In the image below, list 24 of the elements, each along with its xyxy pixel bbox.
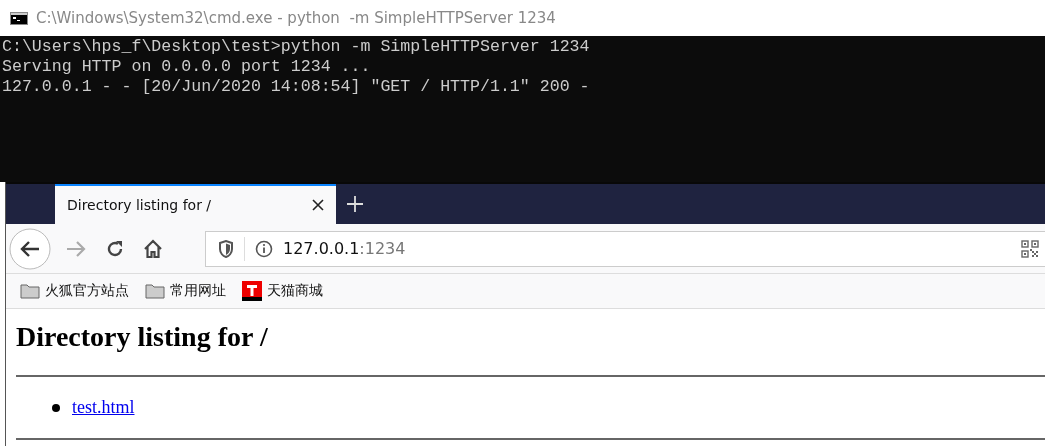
url-host: 127.0.0.1 — [283, 239, 360, 258]
back-icon[interactable] — [9, 227, 51, 270]
bookmark[interactable]: 常用网址 — [145, 282, 226, 300]
page-heading: Directory listing for / — [16, 321, 269, 353]
folder-icon — [145, 283, 165, 299]
bookmark[interactable]: 天猫商城 — [242, 281, 323, 301]
site-logo-icon — [242, 281, 262, 301]
bullet — [52, 403, 60, 412]
new-tab-icon[interactable] — [346, 195, 364, 213]
folder-icon — [20, 283, 40, 299]
console-icon — [10, 11, 28, 25]
url-port: :1234 — [359, 239, 406, 258]
file-link[interactable]: test.html — [72, 397, 135, 418]
reload-icon[interactable] — [105, 238, 125, 259]
browser-tab[interactable]: Directory listing for / — [55, 184, 336, 224]
close-icon[interactable] — [312, 199, 324, 211]
info-icon[interactable] — [255, 239, 273, 258]
address-field[interactable]: 127.0.0.1:1234 — [205, 230, 1045, 267]
home-icon[interactable] — [143, 238, 163, 259]
console-output: C:\Users\hps_f\Desktop\test>python -m SimpleHTTPServer 1234 Serving HTTP on 0.0.0.0 port 1234 ... 127.0.0.1 - - [20/Jun/2020 14:08:54] ″GET / HTTP/1.1″ 200 - — [0, 36, 1045, 182]
qr-code-icon[interactable] — [1021, 239, 1039, 258]
window-title: C:\Windows\System32\cmd.exe - python -m SimpleHTTPServer 1234 — [36, 9, 556, 27]
bookmark[interactable]: 火狐官方站点 — [20, 282, 129, 300]
shield-icon[interactable] — [218, 239, 234, 258]
